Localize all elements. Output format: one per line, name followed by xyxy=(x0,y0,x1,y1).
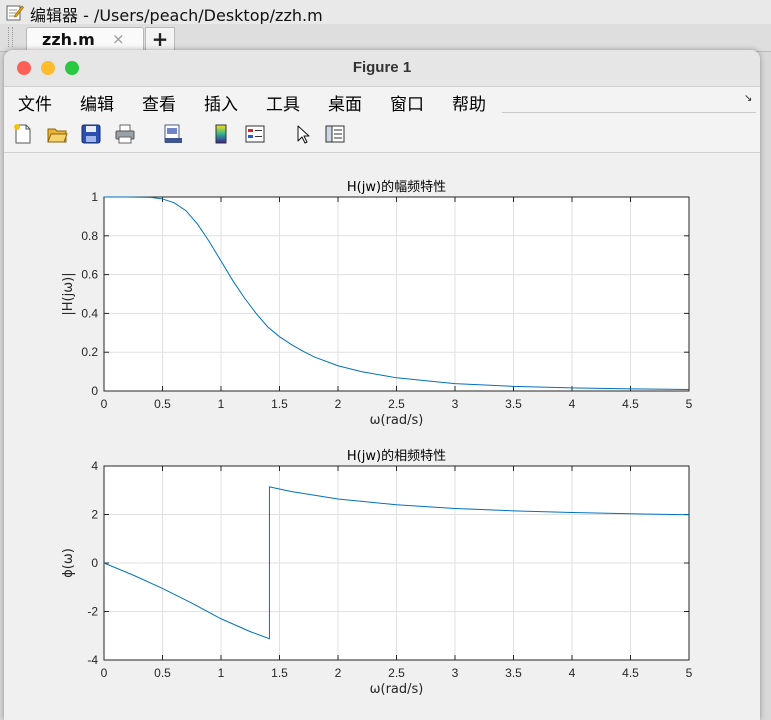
menu-view[interactable]: 查看 xyxy=(142,90,176,115)
figure-toolbar xyxy=(4,116,760,153)
y-tick-label: 0.8 xyxy=(81,229,98,243)
x-tick-label: 2 xyxy=(335,397,342,411)
x-tick-label: 4 xyxy=(569,666,576,680)
x-tick-label: 3.5 xyxy=(505,666,522,680)
figure-title-bar: Figure 1 xyxy=(4,50,760,87)
y-axis-label: ϕ(ω) xyxy=(61,548,76,578)
menu-divider xyxy=(502,112,756,113)
tab-strip-grip[interactable] xyxy=(8,27,13,47)
tab-zzh-m[interactable]: zzh.m × xyxy=(26,27,144,52)
x-tick-label: 1.5 xyxy=(271,397,288,411)
menu-insert[interactable]: 插入 xyxy=(204,90,238,115)
x-axis-label: ω(rad/s) xyxy=(370,682,424,697)
x-tick-label: 5 xyxy=(686,397,693,411)
x-tick-label: 3.5 xyxy=(505,397,522,411)
y-tick-label: 0 xyxy=(91,384,98,398)
x-tick-label: 0.5 xyxy=(154,666,171,680)
y-tick-label: 0 xyxy=(91,556,98,570)
menu-help[interactable]: 帮助 xyxy=(452,90,486,115)
x-tick-label: 3 xyxy=(452,397,459,411)
print-preview-icon[interactable] xyxy=(162,123,184,145)
editor-title: 编辑器 - /Users/peach/Desktop/zzh.m xyxy=(30,6,323,25)
figure-axes-canvas: 0 0.5 1 1.5 2 2.5 3 3.5 4 4.5 5 0 0.2 0.4 0.6 0.8 1 H(jw)… xyxy=(61,179,693,697)
x-tick-label: 1 xyxy=(218,666,225,680)
menu-window[interactable]: 窗口 xyxy=(390,90,424,115)
open-file-icon[interactable] xyxy=(46,123,68,145)
x-tick-label: 0.5 xyxy=(154,397,171,411)
colorbar-icon[interactable] xyxy=(210,123,232,145)
legend-icon[interactable] xyxy=(244,123,266,145)
new-figure-icon[interactable] xyxy=(12,123,34,145)
chart-title: H(jw)的幅频特性 xyxy=(347,179,446,195)
print-icon[interactable] xyxy=(114,123,136,145)
x-tick-label: 1 xyxy=(218,397,225,411)
x-tick-label: 4.5 xyxy=(622,666,639,680)
y-tick-label: 4 xyxy=(91,459,98,473)
y-tick-label: 0.2 xyxy=(81,345,98,359)
dock-arrow-icon[interactable]: ↘ xyxy=(744,93,752,104)
menu-bar: 文件 编辑 查看 插入 工具 桌面 窗口 帮助 ↘ xyxy=(4,87,760,116)
x-tick-label: 2.5 xyxy=(388,666,405,680)
menu-file[interactable]: 文件 xyxy=(18,90,52,115)
y-tick-label: 2 xyxy=(91,508,98,522)
menu-tools[interactable]: 工具 xyxy=(266,90,300,115)
x-tick-label: 4.5 xyxy=(622,397,639,411)
x-tick-label: 0 xyxy=(101,397,108,411)
tab-label: zzh.m xyxy=(42,30,95,49)
new-tab-button[interactable]: + xyxy=(145,27,175,51)
tab-close-icon[interactable]: × xyxy=(112,30,125,48)
axes-1: 0 0.5 1 1.5 2 2.5 3 3.5 4 4.5 5 0 0.2 0.4 0.6 0.8 1 H(jw)… xyxy=(61,179,693,428)
x-tick-label: 0 xyxy=(101,666,108,680)
y-tick-label: 0.6 xyxy=(81,268,98,282)
y-tick-label: -2 xyxy=(87,605,98,619)
pointer-icon[interactable] xyxy=(292,123,314,145)
y-tick-label: -4 xyxy=(87,653,98,667)
figure-window: Figure 1 文件 编辑 查看 插入 工具 桌面 窗口 帮助 ↘ 0 0.5… xyxy=(4,50,760,720)
axes-2: 0 0.5 1 1.5 2 2.5 3 3.5 4 4.5 5 -4 -2 0 2 4 H(jw)的相频特性 ω(… xyxy=(61,448,693,697)
menu-desktop[interactable]: 桌面 xyxy=(328,90,362,115)
property-editor-icon[interactable] xyxy=(324,123,346,145)
x-tick-label: 3 xyxy=(452,666,459,680)
editor-tab-strip: zzh.m × + xyxy=(0,24,771,52)
editor-title-bar: 编辑器 - /Users/peach/Desktop/zzh.m xyxy=(0,0,771,25)
x-tick-label: 1.5 xyxy=(271,666,288,680)
x-tick-label: 5 xyxy=(686,666,693,680)
plot-area: 0 0.5 1 1.5 2 2.5 3 3.5 4 4.5 5 0 0.2 0.4 0.6 0.8 1 H(jw)… xyxy=(4,153,760,720)
x-tick-label: 2 xyxy=(335,666,342,680)
menu-edit[interactable]: 编辑 xyxy=(80,90,114,115)
x-axis-label: ω(rad/s) xyxy=(370,413,424,428)
y-axis-label: |H(jω)| xyxy=(61,272,76,315)
save-icon[interactable] xyxy=(80,123,102,145)
y-tick-label: 1 xyxy=(91,190,98,204)
x-tick-label: 2.5 xyxy=(388,397,405,411)
editor-pencil-icon xyxy=(6,5,24,21)
y-tick-label: 0.4 xyxy=(81,306,98,320)
chart-title: H(jw)的相频特性 xyxy=(347,448,446,464)
x-tick-label: 4 xyxy=(569,397,576,411)
figure-title: Figure 1 xyxy=(352,59,412,76)
